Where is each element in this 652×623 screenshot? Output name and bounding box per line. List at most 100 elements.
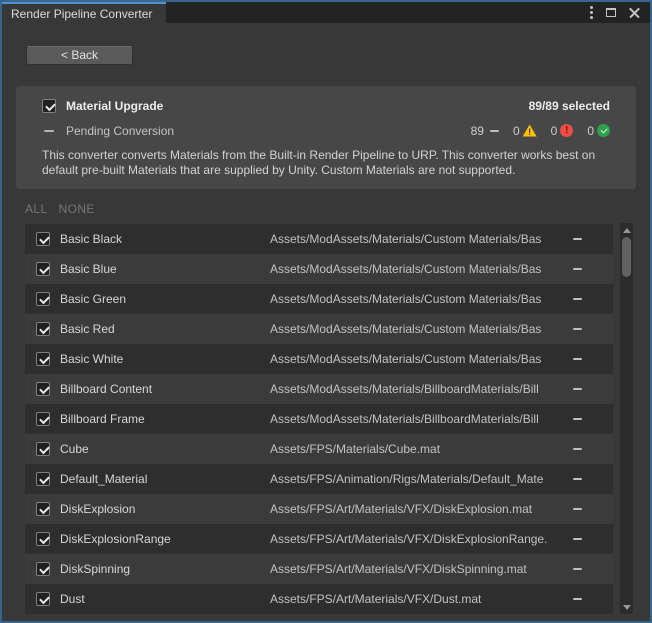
material-path: Assets/ModAssets/Materials/Custom Materi… — [270, 262, 573, 276]
row-status-dash — [573, 508, 613, 510]
warning-icon — [523, 125, 537, 137]
maximize-icon[interactable] — [606, 8, 616, 17]
render-pipeline-converter-window: Render Pipeline Converter < Back Materia… — [0, 0, 652, 623]
material-name: Basic Blue — [60, 262, 270, 276]
material-name: Cube — [60, 442, 270, 456]
list-item[interactable]: Basic White Assets/ModAssets/Materials/C… — [25, 344, 613, 374]
list-item[interactable]: Billboard Content Assets/ModAssets/Mater… — [25, 374, 613, 404]
scrollbar-thumb[interactable] — [622, 237, 631, 277]
material-path: Assets/ModAssets/Materials/Custom Materi… — [270, 352, 573, 366]
material-name: Dust — [60, 592, 270, 606]
list-item[interactable]: Basic Green Assets/ModAssets/Materials/C… — [25, 284, 613, 314]
window-title: Render Pipeline Converter — [11, 7, 152, 21]
pending-label: Pending Conversion — [66, 124, 174, 138]
row-checkbox[interactable] — [36, 412, 50, 426]
row-checkbox[interactable] — [36, 562, 50, 576]
list-item[interactable]: DiskSpinning Assets/FPS/Art/Materials/VF… — [25, 554, 613, 584]
list-item[interactable]: Billboard Frame Assets/ModAssets/Materia… — [25, 404, 613, 434]
row-status-dash — [573, 358, 613, 360]
warning-count: 0 — [513, 124, 520, 138]
pending-count: 89 — [471, 124, 484, 138]
material-path: Assets/FPS/Art/Materials/VFX/Dust.mat — [270, 592, 573, 606]
list-item[interactable]: Basic Blue Assets/ModAssets/Materials/Cu… — [25, 254, 613, 284]
titlebar: Render Pipeline Converter — [2, 2, 650, 23]
material-path: Assets/ModAssets/Materials/BillboardMate… — [270, 412, 573, 426]
row-checkbox[interactable] — [36, 532, 50, 546]
converter-helpbox: Material Upgrade 89/89 selected Pending … — [16, 86, 636, 189]
converter-title: Material Upgrade — [66, 99, 163, 113]
material-path: Assets/ModAssets/Materials/BillboardMate… — [270, 382, 573, 396]
kebab-menu-icon[interactable] — [590, 6, 593, 9]
material-name: Basic White — [60, 352, 270, 366]
error-icon — [560, 124, 573, 137]
material-path: Assets/FPS/Materials/Cube.mat — [270, 442, 573, 456]
material-name: Default_Material — [60, 472, 270, 486]
material-path: Assets/FPS/Art/Materials/VFX/DiskExplosi… — [270, 502, 573, 516]
material-name: Basic Red — [60, 322, 270, 336]
conversion-stats: 89 0 0 0 — [471, 124, 610, 138]
toolbar: < Back — [2, 23, 650, 65]
row-status-dash — [573, 238, 613, 240]
row-status-dash — [573, 418, 613, 420]
row-checkbox[interactable] — [36, 472, 50, 486]
row-checkbox[interactable] — [36, 382, 50, 396]
row-status-dash — [573, 478, 613, 480]
select-all-button[interactable]: ALL — [25, 202, 48, 216]
select-none-button[interactable]: NONE — [59, 202, 95, 216]
pending-dash-icon — [44, 130, 54, 132]
row-status-dash — [573, 298, 613, 300]
row-status-dash — [573, 598, 613, 600]
scroll-up-icon[interactable] — [621, 224, 632, 236]
success-icon — [597, 124, 610, 137]
converter-checkbox[interactable] — [42, 99, 56, 113]
row-checkbox[interactable] — [36, 322, 50, 336]
close-icon[interactable] — [629, 7, 640, 18]
error-count: 0 — [551, 124, 558, 138]
material-path: Assets/FPS/Animation/Rigs/Materials/Defa… — [270, 472, 573, 486]
list-item[interactable]: DiskExplosionRange Assets/FPS/Art/Materi… — [25, 524, 613, 554]
material-name: Billboard Content — [60, 382, 270, 396]
scrollbar[interactable] — [620, 223, 633, 614]
converter-header-row: Material Upgrade 89/89 selected — [42, 95, 610, 116]
row-status-dash — [573, 448, 613, 450]
material-path: Assets/ModAssets/Materials/Custom Materi… — [270, 232, 573, 246]
converter-description: This converter converts Materials from t… — [42, 148, 610, 178]
row-status-dash — [573, 388, 613, 390]
list-item[interactable]: Dust Assets/FPS/Art/Materials/VFX/Dust.m… — [25, 584, 613, 614]
window-controls — [590, 2, 650, 23]
selected-count: 89/89 selected — [529, 99, 610, 113]
dash-status-icon — [490, 130, 499, 132]
scroll-down-icon[interactable] — [621, 601, 632, 613]
row-checkbox[interactable] — [36, 442, 50, 456]
row-checkbox[interactable] — [36, 592, 50, 606]
material-name: Basic Green — [60, 292, 270, 306]
list-item[interactable]: Default_Material Assets/FPS/Animation/Ri… — [25, 464, 613, 494]
back-button[interactable]: < Back — [26, 46, 133, 65]
row-checkbox[interactable] — [36, 262, 50, 276]
material-path: Assets/ModAssets/Materials/Custom Materi… — [270, 292, 573, 306]
success-count: 0 — [587, 124, 594, 138]
list-item[interactable]: Basic Red Assets/ModAssets/Materials/Cus… — [25, 314, 613, 344]
row-checkbox[interactable] — [36, 352, 50, 366]
material-path: Assets/FPS/Art/Materials/VFX/DiskExplosi… — [270, 532, 573, 546]
selection-shortcuts: ALL NONE — [2, 189, 650, 221]
material-name: Billboard Frame — [60, 412, 270, 426]
materials-list: Basic Black Assets/ModAssets/Materials/C… — [2, 221, 650, 621]
row-checkbox[interactable] — [36, 292, 50, 306]
material-name: Basic Black — [60, 232, 270, 246]
row-status-dash — [573, 538, 613, 540]
material-name: DiskExplosionRange — [60, 532, 270, 546]
list-item[interactable]: Basic Black Assets/ModAssets/Materials/C… — [25, 224, 613, 254]
list-item[interactable]: DiskExplosion Assets/FPS/Art/Materials/V… — [25, 494, 613, 524]
material-path: Assets/FPS/Art/Materials/VFX/DiskSpinnin… — [270, 562, 573, 576]
pending-conversion-row: Pending Conversion 89 0 0 0 — [42, 120, 610, 141]
row-status-dash — [573, 268, 613, 270]
row-status-dash — [573, 328, 613, 330]
row-checkbox[interactable] — [36, 502, 50, 516]
material-path: Assets/ModAssets/Materials/Custom Materi… — [270, 322, 573, 336]
row-checkbox[interactable] — [36, 232, 50, 246]
list-item[interactable]: Cube Assets/FPS/Materials/Cube.mat — [25, 434, 613, 464]
material-name: DiskSpinning — [60, 562, 270, 576]
tab-render-pipeline-converter[interactable]: Render Pipeline Converter — [2, 2, 166, 23]
material-name: DiskExplosion — [60, 502, 270, 516]
